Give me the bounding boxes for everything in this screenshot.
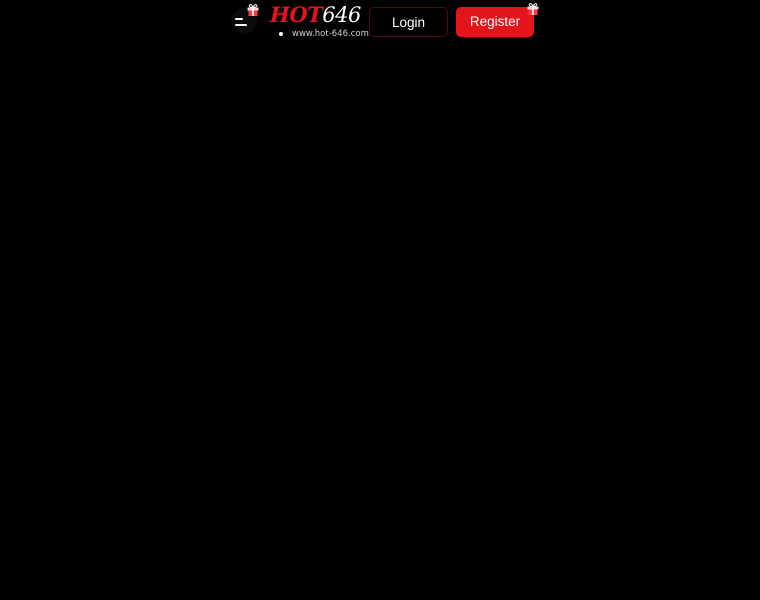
logo-url: www.hot-646.com (292, 29, 369, 39)
logo-url-line: www.hot-646.com (270, 28, 382, 40)
header: HOT646 www.hot-646.com Login Register (228, 0, 544, 44)
menu-icon-line-bottom (235, 24, 247, 26)
login-button[interactable]: Login (369, 7, 448, 37)
register-button[interactable]: Register (456, 7, 534, 37)
gift-icon (247, 4, 259, 16)
menu-icon-line-top (235, 18, 243, 20)
site-logo[interactable]: HOT646 www.hot-646.com (270, 2, 382, 42)
logo-brand-number: 646 (322, 3, 361, 27)
logo-brand-hot: HOT (270, 2, 323, 27)
gift-icon (527, 3, 539, 15)
logo-dot-left (279, 31, 283, 36)
page: HOT646 www.hot-646.com Login Register (0, 0, 760, 600)
logo-wordmark: HOT646 (270, 2, 361, 28)
